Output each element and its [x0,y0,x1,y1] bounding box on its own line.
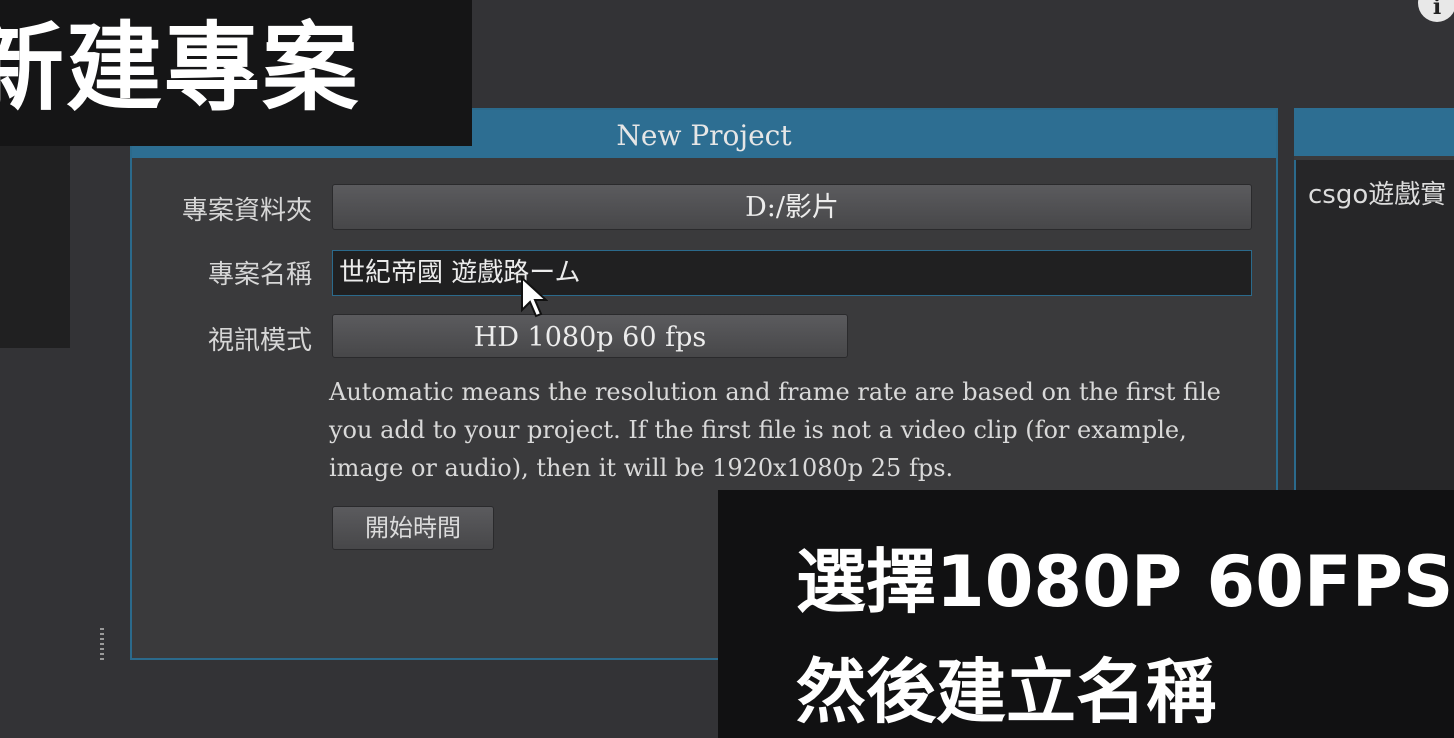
video-mode-description: Automatic means the resolution and frame… [329,378,1221,482]
resize-grip-icon[interactable] [100,628,104,662]
mouse-pointer-icon [520,275,549,324]
video-mode-label: 視訊模式 [207,326,312,356]
side-panel-body: csgo遊戲實 [1294,160,1454,528]
start-time-button[interactable]: 開始時間 [332,506,494,550]
overlay-title-text: 新建專案 [0,12,360,124]
caption-overlay: 選擇1080P 60FPS 然後建立名稱 [718,490,1454,738]
side-panel-header [1294,108,1454,156]
project-name-label: 專案名稱 [207,260,312,290]
project-folder-button[interactable]: D:/影片 [332,184,1252,230]
video-mode-dropdown[interactable]: HD 1080p 60 fps [332,314,848,358]
folder-label: 專案資料夾 [181,196,312,226]
info-icon[interactable]: i [1418,0,1454,22]
title-overlay: 新建專案 [0,0,472,146]
project-name-input[interactable]: 世紀帝國 遊戲路ーム [332,250,1252,296]
left-panel-strip [0,140,70,348]
caption-line-2: 然後建立名稱 [796,651,1216,733]
side-panel-text: csgo遊戲實 [1308,180,1447,210]
side-panel: csgo遊戲實 [1294,108,1454,528]
caption-line-1: 選擇1080P 60FPS [796,541,1454,623]
